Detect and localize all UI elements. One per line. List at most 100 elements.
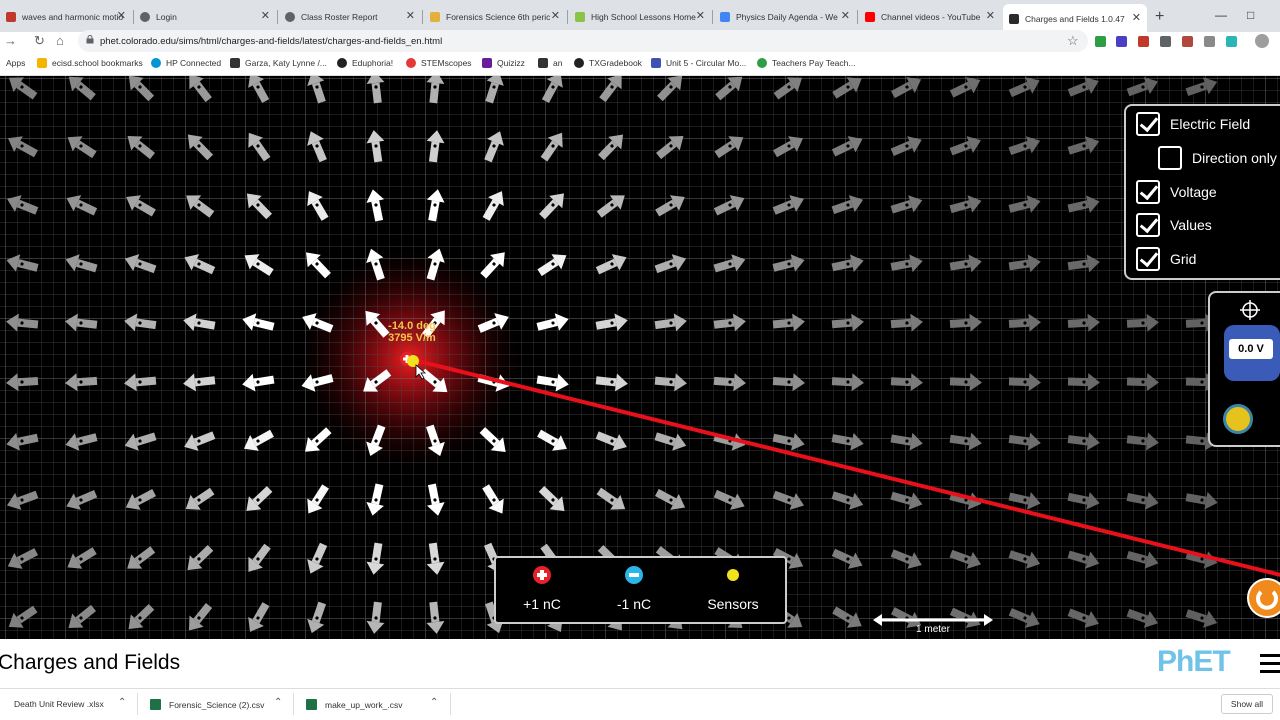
minimize-icon[interactable]: — [1215, 8, 1227, 22]
close-icon[interactable]: ✕ [986, 9, 995, 22]
bookmark-hp[interactable]: HP Connected [151, 58, 221, 68]
bookmark-ecisd[interactable]: ecisd.school bookmarks [37, 58, 143, 68]
new-tab-button[interactable]: + [1155, 8, 1164, 26]
sensor-dot[interactable] [407, 355, 419, 367]
checkbox-checked-icon[interactable] [1136, 213, 1160, 237]
close-icon[interactable]: ✕ [406, 9, 415, 22]
maximize-icon[interactable]: □ [1247, 8, 1254, 22]
tab-login[interactable]: Login ✕ [134, 6, 276, 28]
tab-class-roster[interactable]: Class Roster Report ✕ [279, 6, 421, 28]
globe-icon [140, 12, 150, 22]
bookmark-quizizz[interactable]: Quizizz [482, 58, 525, 68]
hp-icon [151, 58, 161, 68]
sim-title: Charges and Fields [0, 651, 181, 674]
grid-major-lines [0, 76, 1280, 639]
voltmeter-display: 0.0 V [1229, 339, 1273, 359]
page-icon [651, 58, 661, 68]
extension-icon[interactable] [1160, 36, 1171, 47]
show-all-button[interactable]: Show all [1221, 694, 1273, 714]
tab-waves[interactable]: waves and harmonic motio ✕ [0, 6, 132, 28]
tab-title: waves and harmonic motio [22, 12, 124, 22]
negative-charge-icon [625, 566, 643, 584]
positive-charge-icon [533, 566, 551, 584]
checkbox-checked-icon[interactable] [1136, 112, 1160, 136]
extension-icon[interactable] [1226, 36, 1237, 47]
tab-youtube[interactable]: Channel videos - YouTube ✕ [859, 6, 1001, 28]
avatar[interactable] [1255, 34, 1269, 48]
tab-title: Physics Daily Agenda - We [736, 12, 838, 22]
leaf-icon [575, 12, 585, 22]
close-icon[interactable]: ✕ [261, 9, 270, 22]
bookmark-txgradebook[interactable]: TXGradebook [574, 58, 642, 68]
globe-icon [285, 12, 295, 22]
electric-field-canvas[interactable] [0, 76, 1280, 639]
close-icon[interactable]: ✕ [841, 9, 850, 22]
voltage-checkbox[interactable]: Voltage [1136, 180, 1217, 204]
checkbox-unchecked-icon[interactable] [1158, 146, 1182, 170]
youtube-icon [865, 12, 875, 22]
stemscopes-icon [406, 58, 416, 68]
crosshair-icon[interactable] [1240, 300, 1260, 320]
electric-field-checkbox[interactable]: Electric Field [1136, 112, 1250, 136]
blackboard-icon [230, 58, 240, 68]
measuring-tape-icon[interactable] [1223, 404, 1253, 434]
phet-icon [1009, 14, 1019, 24]
chevron-up-icon[interactable]: ⌃ [118, 697, 126, 708]
close-icon[interactable]: ✕ [1132, 11, 1141, 24]
extension-icon[interactable] [1116, 36, 1127, 47]
reset-all-button[interactable] [1247, 578, 1280, 618]
classroom-icon [430, 12, 440, 22]
direction-only-checkbox[interactable]: Direction only [1158, 146, 1277, 170]
bookmark-garza[interactable]: Garza, Katy Lynne /... [230, 58, 327, 68]
tab-physics-agenda[interactable]: Physics Daily Agenda - We ✕ [714, 6, 856, 28]
download-item[interactable]: make_up_work_.csv [306, 699, 402, 710]
extension-icon[interactable] [1204, 36, 1215, 47]
tab-lessons[interactable]: High School Lessons Home ✕ [569, 6, 711, 28]
folder-icon [37, 58, 47, 68]
values-checkbox[interactable]: Values [1136, 213, 1212, 237]
bookmark-eduphoria[interactable]: Eduphoria! [337, 58, 393, 68]
sensors-source[interactable]: Sensors [693, 566, 773, 612]
bookmark-unit5[interactable]: Unit 5 - Circular Mo... [651, 58, 746, 68]
screen: waves and harmonic motio ✕ Login ✕ Class… [0, 0, 1280, 720]
scale-label: 1 meter [916, 624, 950, 635]
tab-forensics[interactable]: Forensics Science 6th peric ✕ [424, 6, 566, 28]
positive-charge-source[interactable]: +1 nC [502, 566, 582, 612]
chevron-up-icon[interactable]: ⌃ [430, 697, 438, 708]
sim-play-area[interactable]: -14.0 deg 3795 V/m Electric Field Direct… [0, 76, 1280, 639]
tab-title: Charges and Fields 1.0.47 [1025, 14, 1125, 24]
extension-icon[interactable] [1138, 36, 1149, 47]
sim-navbar [0, 639, 1280, 687]
menu-icon[interactable] [1260, 654, 1280, 676]
tab-title: Channel videos - YouTube [881, 12, 981, 22]
tab-title: High School Lessons Home [591, 12, 696, 22]
url-text[interactable]: phet.colorado.edu/sims/html/charges-and-… [100, 36, 442, 47]
star-icon[interactable]: ☆ [1067, 33, 1079, 49]
negative-charge-source[interactable]: -1 nC [594, 566, 674, 612]
download-item[interactable]: Forensic_Science (2).csv [150, 699, 264, 710]
tab-title: Forensics Science 6th peric [446, 12, 551, 22]
bookmark-stemscopes[interactable]: STEMscopes [406, 58, 472, 68]
tab-strip: waves and harmonic motio ✕ Login ✕ Class… [0, 0, 1280, 34]
close-icon[interactable]: ✕ [696, 9, 705, 22]
close-icon[interactable]: ✕ [551, 9, 560, 22]
chevron-up-icon[interactable]: ⌃ [274, 697, 282, 708]
checkbox-checked-icon[interactable] [1136, 247, 1160, 271]
checkbox-checked-icon[interactable] [1136, 180, 1160, 204]
bookmark-an[interactable]: an [538, 58, 562, 68]
tab-title: Class Roster Report [301, 12, 378, 22]
extension-icon[interactable] [1095, 36, 1106, 47]
reset-icon [1256, 590, 1278, 610]
bookmark-tpt[interactable]: Teachers Pay Teach... [757, 58, 855, 68]
bookmark-apps[interactable]: Apps [6, 58, 25, 68]
reload-icon[interactable]: ↻ [34, 33, 45, 49]
back-icon[interactable]: → [4, 33, 17, 48]
lock-icon [86, 35, 94, 44]
close-icon[interactable]: ✕ [117, 9, 126, 22]
download-item[interactable]: Death Unit Review .xlsx [0, 699, 104, 709]
grid-checkbox[interactable]: Grid [1136, 247, 1196, 271]
extension-icon[interactable] [1182, 36, 1193, 47]
phet-logo[interactable]: PhET [1157, 645, 1231, 679]
tpt-icon [757, 58, 767, 68]
home-icon[interactable]: ⌂ [56, 33, 64, 48]
